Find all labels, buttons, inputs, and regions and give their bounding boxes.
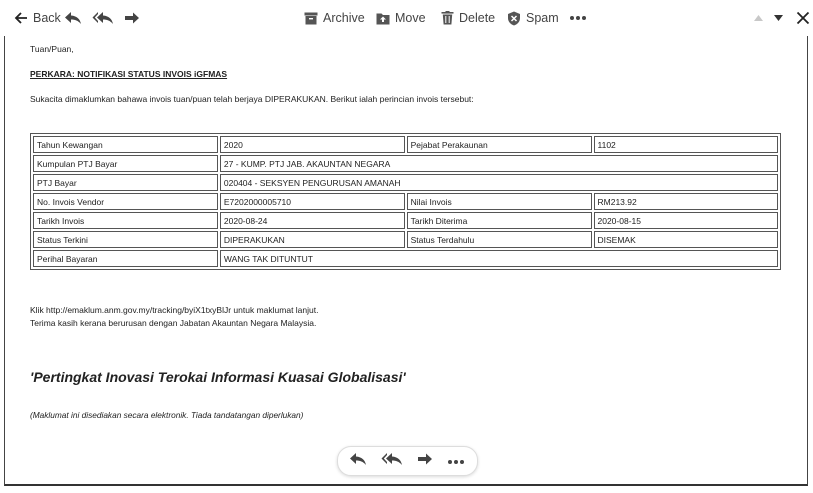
quick-reply-all-button[interactable] <box>380 452 404 471</box>
reply-button[interactable] <box>64 8 82 28</box>
next-message-button[interactable] <box>773 8 784 28</box>
back-label: Back <box>33 11 61 25</box>
shield-icon <box>507 11 521 26</box>
tracking-link-text[interactable]: Klik http://emaklum.anm.gov.my/tracking/… <box>30 305 318 315</box>
motto-text: 'Pertingkat Inovasi Terokai Informasi Ku… <box>30 369 406 385</box>
back-button[interactable]: Back <box>14 8 61 28</box>
intro-text: Sukacita dimaklumkan bahawa invois tuan/… <box>30 94 474 104</box>
more-dots-icon <box>569 15 587 21</box>
more-dots-icon <box>447 452 465 470</box>
table-row: Tarikh Invois 2020-08-24 Tarikh Diterima… <box>33 212 778 229</box>
table-cell-value: DIPERAKUKAN <box>219 231 405 248</box>
message-toolbar: Back Archive Move Delete Spam <box>0 0 813 36</box>
table-cell-value: DISEMAK <box>593 231 778 248</box>
archive-button[interactable]: Archive <box>304 8 365 28</box>
caret-down-icon <box>773 14 784 22</box>
move-folder-icon <box>376 12 390 25</box>
table-cell-label: Perihal Bayaran <box>33 250 218 267</box>
table-row: No. Invois Vendor E7202000005710 Nilai I… <box>33 193 778 210</box>
thanks-text: Terima kasih kerana berurusan dengan Jab… <box>30 318 317 328</box>
table-cell-value: 1102 <box>593 136 778 153</box>
table-row: Status Terkini DIPERAKUKAN Status Terdah… <box>33 231 778 248</box>
table-cell-value: WANG TAK DITUNTUT <box>219 250 778 267</box>
table-cell-label: Tarikh Diterima <box>406 212 592 229</box>
delete-label: Delete <box>459 11 496 25</box>
table-row: PTJ Bayar 020404 - SEKSYEN PENGURUSAN AM… <box>33 174 778 191</box>
trash-icon <box>441 11 454 25</box>
table-cell-value: 2020 <box>219 136 405 153</box>
close-icon <box>796 11 810 25</box>
table-cell-label: Pejabat Perakaunan <box>406 136 592 153</box>
table-row: Kumpulan PTJ Bayar 27 - KUMP. PTJ JAB. A… <box>33 155 778 172</box>
quick-forward-button[interactable] <box>415 453 435 469</box>
table-cell-value: RM213.92 <box>593 193 778 210</box>
close-button[interactable] <box>796 8 810 28</box>
reply-icon <box>64 11 82 25</box>
table-cell-label: Status Terkini <box>33 231 218 248</box>
table-cell-label: Nilai Invois <box>406 193 592 210</box>
quick-more-button[interactable] <box>446 453 466 469</box>
forward-icon <box>124 11 140 25</box>
table-cell-value: 2020-08-15 <box>593 212 778 229</box>
message-body-frame: Tuan/Puan, PERKARA: NOTIFIKASI STATUS IN… <box>4 36 808 486</box>
greeting: Tuan/Puan, <box>30 44 74 54</box>
invoice-details-table: Tahun Kewangan 2020 Pejabat Perakaunan 1… <box>30 133 781 270</box>
archive-icon <box>304 12 318 25</box>
table-cell-value: E7202000005710 <box>219 193 405 210</box>
electronic-note: (Maklumat ini disediakan secara elektron… <box>30 410 304 420</box>
reply-all-icon <box>92 11 114 25</box>
spam-label: Spam <box>526 11 559 25</box>
reply-icon <box>349 452 367 471</box>
reply-all-button[interactable] <box>92 8 114 28</box>
table-cell-label: No. Invois Vendor <box>33 193 218 210</box>
email-subject-heading: PERKARA: NOTIFIKASI STATUS INVOIS iGFMAS <box>30 69 228 79</box>
table-cell-value: 2020-08-24 <box>219 212 405 229</box>
delete-button[interactable]: Delete <box>441 8 495 28</box>
table-row: Perihal Bayaran WANG TAK DITUNTUT <box>33 250 778 267</box>
forward-button[interactable] <box>124 8 140 28</box>
table-cell-value: 27 - KUMP. PTJ JAB. AKAUNTAN NEGARA <box>219 155 778 172</box>
table-cell-label: Tarikh Invois <box>33 212 218 229</box>
move-label: Move <box>395 11 426 25</box>
table-cell-label: Kumpulan PTJ Bayar <box>33 155 218 172</box>
caret-up-icon <box>753 14 764 22</box>
table-row: Tahun Kewangan 2020 Pejabat Perakaunan 1… <box>33 136 778 153</box>
previous-message-button[interactable] <box>753 8 764 28</box>
table-cell-label: Tahun Kewangan <box>33 136 218 153</box>
move-button[interactable]: Move <box>376 8 426 28</box>
spam-button[interactable]: Spam <box>507 8 559 28</box>
forward-icon <box>417 452 433 471</box>
reply-all-icon <box>381 452 403 471</box>
table-cell-label: Status Terdahulu <box>406 231 592 248</box>
quick-reply-button[interactable] <box>348 452 368 471</box>
archive-label: Archive <box>323 11 365 25</box>
quick-actions-bar <box>337 446 478 476</box>
arrow-left-icon <box>14 11 28 25</box>
table-cell-label: PTJ Bayar <box>33 174 218 191</box>
more-actions-button[interactable] <box>569 8 587 28</box>
table-cell-value: 020404 - SEKSYEN PENGURUSAN AMANAH <box>219 174 778 191</box>
